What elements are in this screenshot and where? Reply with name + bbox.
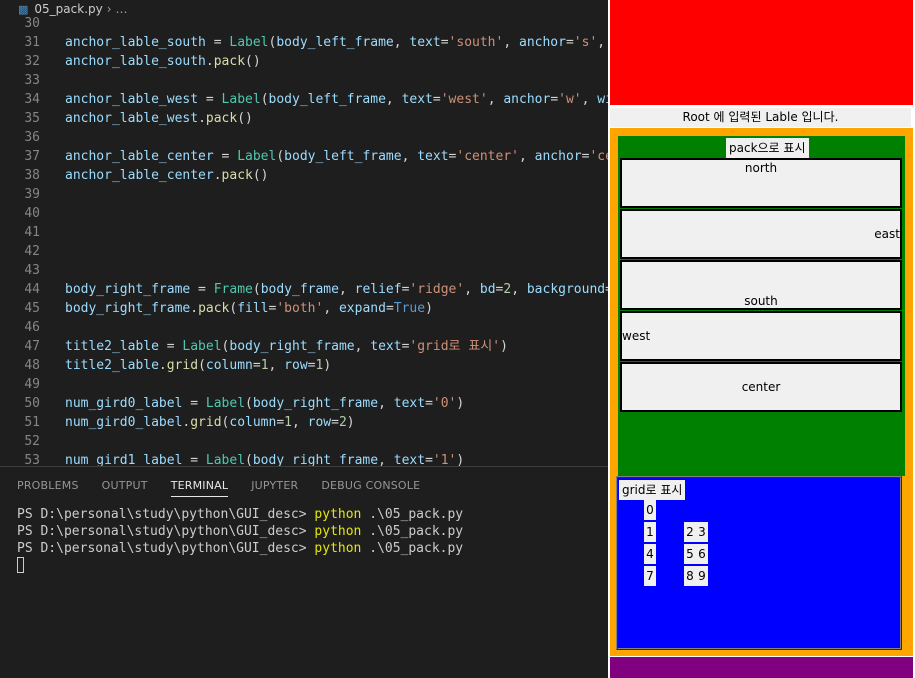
top-frame <box>610 0 913 105</box>
breadcrumb-ellipsis[interactable]: … <box>116 2 128 16</box>
line-number: 49 <box>24 377 40 392</box>
grid-number-label: 8 <box>684 566 696 586</box>
line-number: 44 <box>24 282 40 297</box>
line-code[interactable]: anchor_lable_center = Label(body_left_fr… <box>65 147 621 166</box>
line-number: 35 <box>24 111 40 126</box>
line-number: 46 <box>24 320 40 335</box>
line-number: 52 <box>24 434 40 449</box>
body-right-frame: grid로 표시 0 1 2 3 4 5 6 7 8 9 <box>616 476 902 650</box>
anchor-label-south: south <box>620 260 902 310</box>
line-number: 36 <box>24 130 40 145</box>
line-number: 47 <box>24 339 40 354</box>
terminal-line: PS D:\personal\study\python\GUI_desc> py… <box>17 541 464 556</box>
grid-number-label: 3 <box>696 522 708 542</box>
tab-output[interactable]: OUTPUT <box>102 479 148 497</box>
line-code[interactable]: title2_lable = Label(body_right_frame, t… <box>65 337 508 356</box>
grid-number-label: 0 <box>644 500 656 520</box>
root-label: Root 에 입력된 Lable 입니다. <box>610 108 911 127</box>
line-code[interactable]: anchor_lable_west.pack() <box>65 109 253 128</box>
tk-window: Root 에 입력된 Lable 입니다. pack으로 표시 north ea… <box>608 0 915 678</box>
pack-title-label: pack으로 표시 <box>726 138 809 158</box>
grid-number-label: 5 <box>684 544 696 564</box>
line-code[interactable]: num_gird0_label = Label(body_right_frame… <box>65 394 464 413</box>
panel-tabs: PROBLEMS OUTPUT TERMINAL JUPYTER DEBUG C… <box>17 479 443 497</box>
grid-title-label: grid로 표시 <box>619 480 686 500</box>
line-code[interactable]: anchor_lable_south.pack() <box>65 52 261 71</box>
line-code[interactable]: body_right_frame.pack(fill='both', expan… <box>65 299 433 318</box>
line-code[interactable]: title2_lable.grid(column=1, row=1) <box>65 356 331 375</box>
line-number: 45 <box>24 301 40 316</box>
line-number: 41 <box>24 225 40 240</box>
anchor-label-center: center <box>620 362 902 412</box>
tab-debug-console[interactable]: DEBUG CONSOLE <box>321 479 420 497</box>
anchor-label-west: west <box>620 311 902 361</box>
bottom-frame <box>610 657 913 678</box>
tab-problems[interactable]: PROBLEMS <box>17 479 79 497</box>
line-number: 50 <box>24 396 40 411</box>
line-number: 48 <box>24 358 40 373</box>
tab-jupyter[interactable]: JUPYTER <box>251 479 298 497</box>
line-code[interactable]: anchor_lable_center.pack() <box>65 166 269 185</box>
grid-number-label: 9 <box>696 566 708 586</box>
breadcrumb-chevron-icon: › <box>106 2 112 16</box>
anchor-label-east: east <box>620 209 902 259</box>
anchor-label-north: north <box>620 158 902 208</box>
line-code[interactable]: num_gird1_label = Label(body_right_frame… <box>65 451 464 466</box>
tab-terminal[interactable]: TERMINAL <box>170 479 229 497</box>
line-number: 33 <box>24 73 40 88</box>
body-left-frame: pack으로 표시 north east south west center <box>618 136 905 476</box>
line-number: 31 <box>24 35 40 50</box>
line-number: 37 <box>24 149 40 164</box>
grid-number-label: 7 <box>644 566 656 586</box>
line-number: 39 <box>24 187 40 202</box>
line-code[interactable]: num_gird0_label.grid(column=1, row=2) <box>65 413 355 432</box>
terminal-line: PS D:\personal\study\python\GUI_desc> py… <box>17 524 464 539</box>
grid-number-label: 4 <box>644 544 656 564</box>
terminal-line: PS D:\personal\study\python\GUI_desc> py… <box>17 507 464 522</box>
line-number: 42 <box>24 244 40 259</box>
line-code[interactable]: anchor_lable_west = Label(body_left_fram… <box>65 90 621 109</box>
line-number: 32 <box>24 54 40 69</box>
line-number: 51 <box>24 415 40 430</box>
line-number: 30 <box>24 16 40 31</box>
grid-number-label: 2 <box>684 522 696 542</box>
line-code[interactable]: body_right_frame = Frame(body_frame, rel… <box>65 280 613 299</box>
line-number: 34 <box>24 92 40 107</box>
line-number: 40 <box>24 206 40 221</box>
terminal-cursor[interactable] <box>17 557 24 573</box>
breadcrumb-file-name[interactable]: 05_pack.py <box>34 2 102 16</box>
line-code[interactable]: anchor_lable_south = Label(body_left_fra… <box>65 33 621 52</box>
line-number: 43 <box>24 263 40 278</box>
line-number: 38 <box>24 168 40 183</box>
grid-number-label: 1 <box>644 522 656 542</box>
grid-number-label: 6 <box>696 544 708 564</box>
line-number: 53 <box>24 453 40 466</box>
